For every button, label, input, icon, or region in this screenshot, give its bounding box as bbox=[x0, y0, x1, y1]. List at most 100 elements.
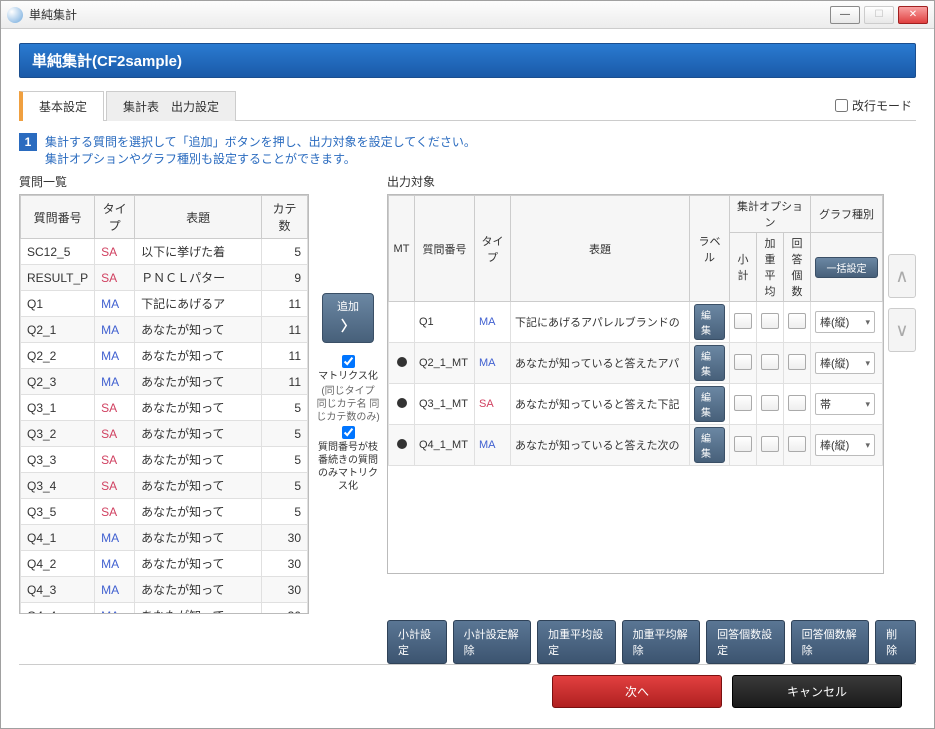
subtotal-set-button[interactable]: 小計設定 bbox=[387, 620, 447, 664]
cell-cats: 11 bbox=[262, 369, 308, 395]
subtotal-check[interactable] bbox=[734, 313, 752, 329]
cell-qno: Q4_1_MT bbox=[415, 425, 475, 466]
delete-button[interactable]: 削除 bbox=[875, 620, 916, 664]
cell-type: MA bbox=[475, 302, 511, 343]
cancel-button[interactable]: キャンセル bbox=[732, 675, 902, 708]
cell-qno: Q4_3 bbox=[21, 577, 95, 603]
matrix-checkbox[interactable] bbox=[342, 355, 355, 368]
cell-qno: Q4_4 bbox=[21, 603, 95, 615]
col-r-type: タイプ bbox=[475, 196, 511, 302]
table-row[interactable]: Q4_1MAあなたが知って30 bbox=[21, 525, 308, 551]
rcount-check[interactable] bbox=[788, 354, 806, 370]
mt-dot-icon bbox=[397, 398, 407, 408]
table-row[interactable]: Q4_3MAあなたが知って30 bbox=[21, 577, 308, 603]
cell-type: MA bbox=[95, 343, 135, 369]
table-row[interactable]: Q3_4SAあなたが知って5 bbox=[21, 473, 308, 499]
tab-row: 基本設定 集計表 出力設定 改行モード bbox=[19, 90, 916, 121]
linebreak-mode-checkbox[interactable] bbox=[835, 99, 848, 112]
wavg-check[interactable] bbox=[761, 395, 779, 411]
cell-type: SA bbox=[95, 473, 135, 499]
table-row[interactable]: RESULT_PSAＰＮＣＬパター9 bbox=[21, 265, 308, 291]
cell-type: SA bbox=[95, 447, 135, 473]
rcount-check[interactable] bbox=[788, 436, 806, 452]
step-hint: 1 集計する質問を選択して「追加」ボタンを押し、出力対象を設定してください。 集… bbox=[19, 133, 916, 167]
table-row[interactable]: Q4_4MAあなたが知って30 bbox=[21, 603, 308, 615]
edit-label-button[interactable]: 編集 bbox=[694, 345, 725, 381]
graph-type-select[interactable]: 棒(縦) bbox=[815, 352, 875, 374]
subtotal-clear-button[interactable]: 小計設定解除 bbox=[453, 620, 532, 664]
matrix-hint: (同じタイプ 同じカテ名 同じカテ数のみ) bbox=[315, 385, 381, 424]
matrix-label: マトリクス化 bbox=[318, 370, 378, 383]
cell-type: MA bbox=[475, 343, 511, 384]
question-list-table[interactable]: 質問番号 タイプ 表題 カテ数 SC12_5SA以下に挙げた着5RESULT_P… bbox=[19, 194, 309, 614]
cell-title: あなたが知って bbox=[135, 395, 262, 421]
table-row[interactable]: Q4_2MAあなたが知って30 bbox=[21, 551, 308, 577]
graph-type-select[interactable]: 棒(縦) bbox=[815, 434, 875, 456]
cell-qno: SC12_5 bbox=[21, 239, 95, 265]
wavg-clear-button[interactable]: 加重平均解除 bbox=[622, 620, 701, 664]
batch-set-button[interactable]: 一括設定 bbox=[815, 257, 878, 278]
cell-cats: 30 bbox=[262, 577, 308, 603]
close-button[interactable]: ✕ bbox=[898, 6, 928, 24]
edit-label-button[interactable]: 編集 bbox=[694, 304, 725, 340]
cell-qno: Q3_2 bbox=[21, 421, 95, 447]
cell-title: 下記にあげるア bbox=[135, 291, 262, 317]
col-subtotal: 小計 bbox=[730, 233, 757, 302]
table-row[interactable]: Q1MA下記にあげるアパレルブランドの編集棒(縦) bbox=[389, 302, 883, 343]
tab-basic[interactable]: 基本設定 bbox=[19, 91, 104, 121]
cell-mt bbox=[389, 384, 415, 425]
chevron-right-icon: 〉 bbox=[341, 316, 355, 336]
table-row[interactable]: Q3_1_MTSAあなたが知っていると答えた下記編集帯 bbox=[389, 384, 883, 425]
maximize-button[interactable]: ☐ bbox=[864, 6, 894, 24]
cell-title: あなたが知って bbox=[135, 473, 262, 499]
wavg-check[interactable] bbox=[761, 354, 779, 370]
edit-label-button[interactable]: 編集 bbox=[694, 386, 725, 422]
table-row[interactable]: Q3_1SAあなたが知って5 bbox=[21, 395, 308, 421]
cell-title: あなたが知って bbox=[135, 343, 262, 369]
seq-matrix-checkbox[interactable] bbox=[342, 426, 355, 439]
graph-type-select[interactable]: 帯 bbox=[815, 393, 875, 415]
subtotal-check[interactable] bbox=[734, 354, 752, 370]
rcount-clear-button[interactable]: 回答個数解除 bbox=[791, 620, 870, 664]
cell-type: MA bbox=[95, 603, 135, 615]
cell-cats: 5 bbox=[262, 395, 308, 421]
move-up-button[interactable]: ∧ bbox=[888, 254, 916, 298]
table-row[interactable]: Q3_2SAあなたが知って5 bbox=[21, 421, 308, 447]
cell-qno: Q2_2 bbox=[21, 343, 95, 369]
wavg-set-button[interactable]: 加重平均設定 bbox=[537, 620, 616, 664]
table-row[interactable]: SC12_5SA以下に挙げた着5 bbox=[21, 239, 308, 265]
rcount-check[interactable] bbox=[788, 313, 806, 329]
table-row[interactable]: Q3_3SAあなたが知って5 bbox=[21, 447, 308, 473]
graph-type-select[interactable]: 棒(縦) bbox=[815, 311, 875, 333]
subtotal-check[interactable] bbox=[734, 436, 752, 452]
wavg-check[interactable] bbox=[761, 313, 779, 329]
linebreak-mode-toggle[interactable]: 改行モード bbox=[835, 97, 916, 114]
output-target-table[interactable]: MT 質問番号 タイプ 表題 ラベル 集計オプション グラフ種別 小計 bbox=[387, 194, 884, 574]
cell-cats: 30 bbox=[262, 525, 308, 551]
rcount-check[interactable] bbox=[788, 395, 806, 411]
subtotal-check[interactable] bbox=[734, 395, 752, 411]
col-r-qno: 質問番号 bbox=[415, 196, 475, 302]
move-down-button[interactable]: ∨ bbox=[888, 308, 916, 352]
cell-type: MA bbox=[475, 425, 511, 466]
table-row[interactable]: Q2_2MAあなたが知って11 bbox=[21, 343, 308, 369]
table-row[interactable]: Q2_1MAあなたが知って11 bbox=[21, 317, 308, 343]
table-row[interactable]: Q3_5SAあなたが知って5 bbox=[21, 499, 308, 525]
table-row[interactable]: Q1MA下記にあげるア11 bbox=[21, 291, 308, 317]
cell-title: あなたが知って bbox=[135, 421, 262, 447]
minimize-button[interactable]: — bbox=[830, 6, 860, 24]
cell-mt bbox=[389, 302, 415, 343]
seq-matrix-label: 質問番号が枝番続きの質問のみマトリクス化 bbox=[315, 441, 381, 493]
cell-title: ＰＮＣＬパター bbox=[135, 265, 262, 291]
table-row[interactable]: Q2_3MAあなたが知って11 bbox=[21, 369, 308, 395]
add-button[interactable]: 追加 〉 bbox=[322, 293, 374, 343]
col-qno: 質問番号 bbox=[21, 196, 95, 239]
next-button[interactable]: 次へ bbox=[552, 675, 722, 708]
wavg-check[interactable] bbox=[761, 436, 779, 452]
rcount-set-button[interactable]: 回答個数設定 bbox=[706, 620, 785, 664]
table-row[interactable]: Q4_1_MTMAあなたが知っていると答えた次の編集棒(縦) bbox=[389, 425, 883, 466]
edit-label-button[interactable]: 編集 bbox=[694, 427, 725, 463]
tab-output[interactable]: 集計表 出力設定 bbox=[106, 91, 236, 121]
window: 単純集計 — ☐ ✕ 単純集計(CF2sample) 基本設定 集計表 出力設定… bbox=[0, 0, 935, 729]
table-row[interactable]: Q2_1_MTMAあなたが知っていると答えたアパ編集棒(縦) bbox=[389, 343, 883, 384]
